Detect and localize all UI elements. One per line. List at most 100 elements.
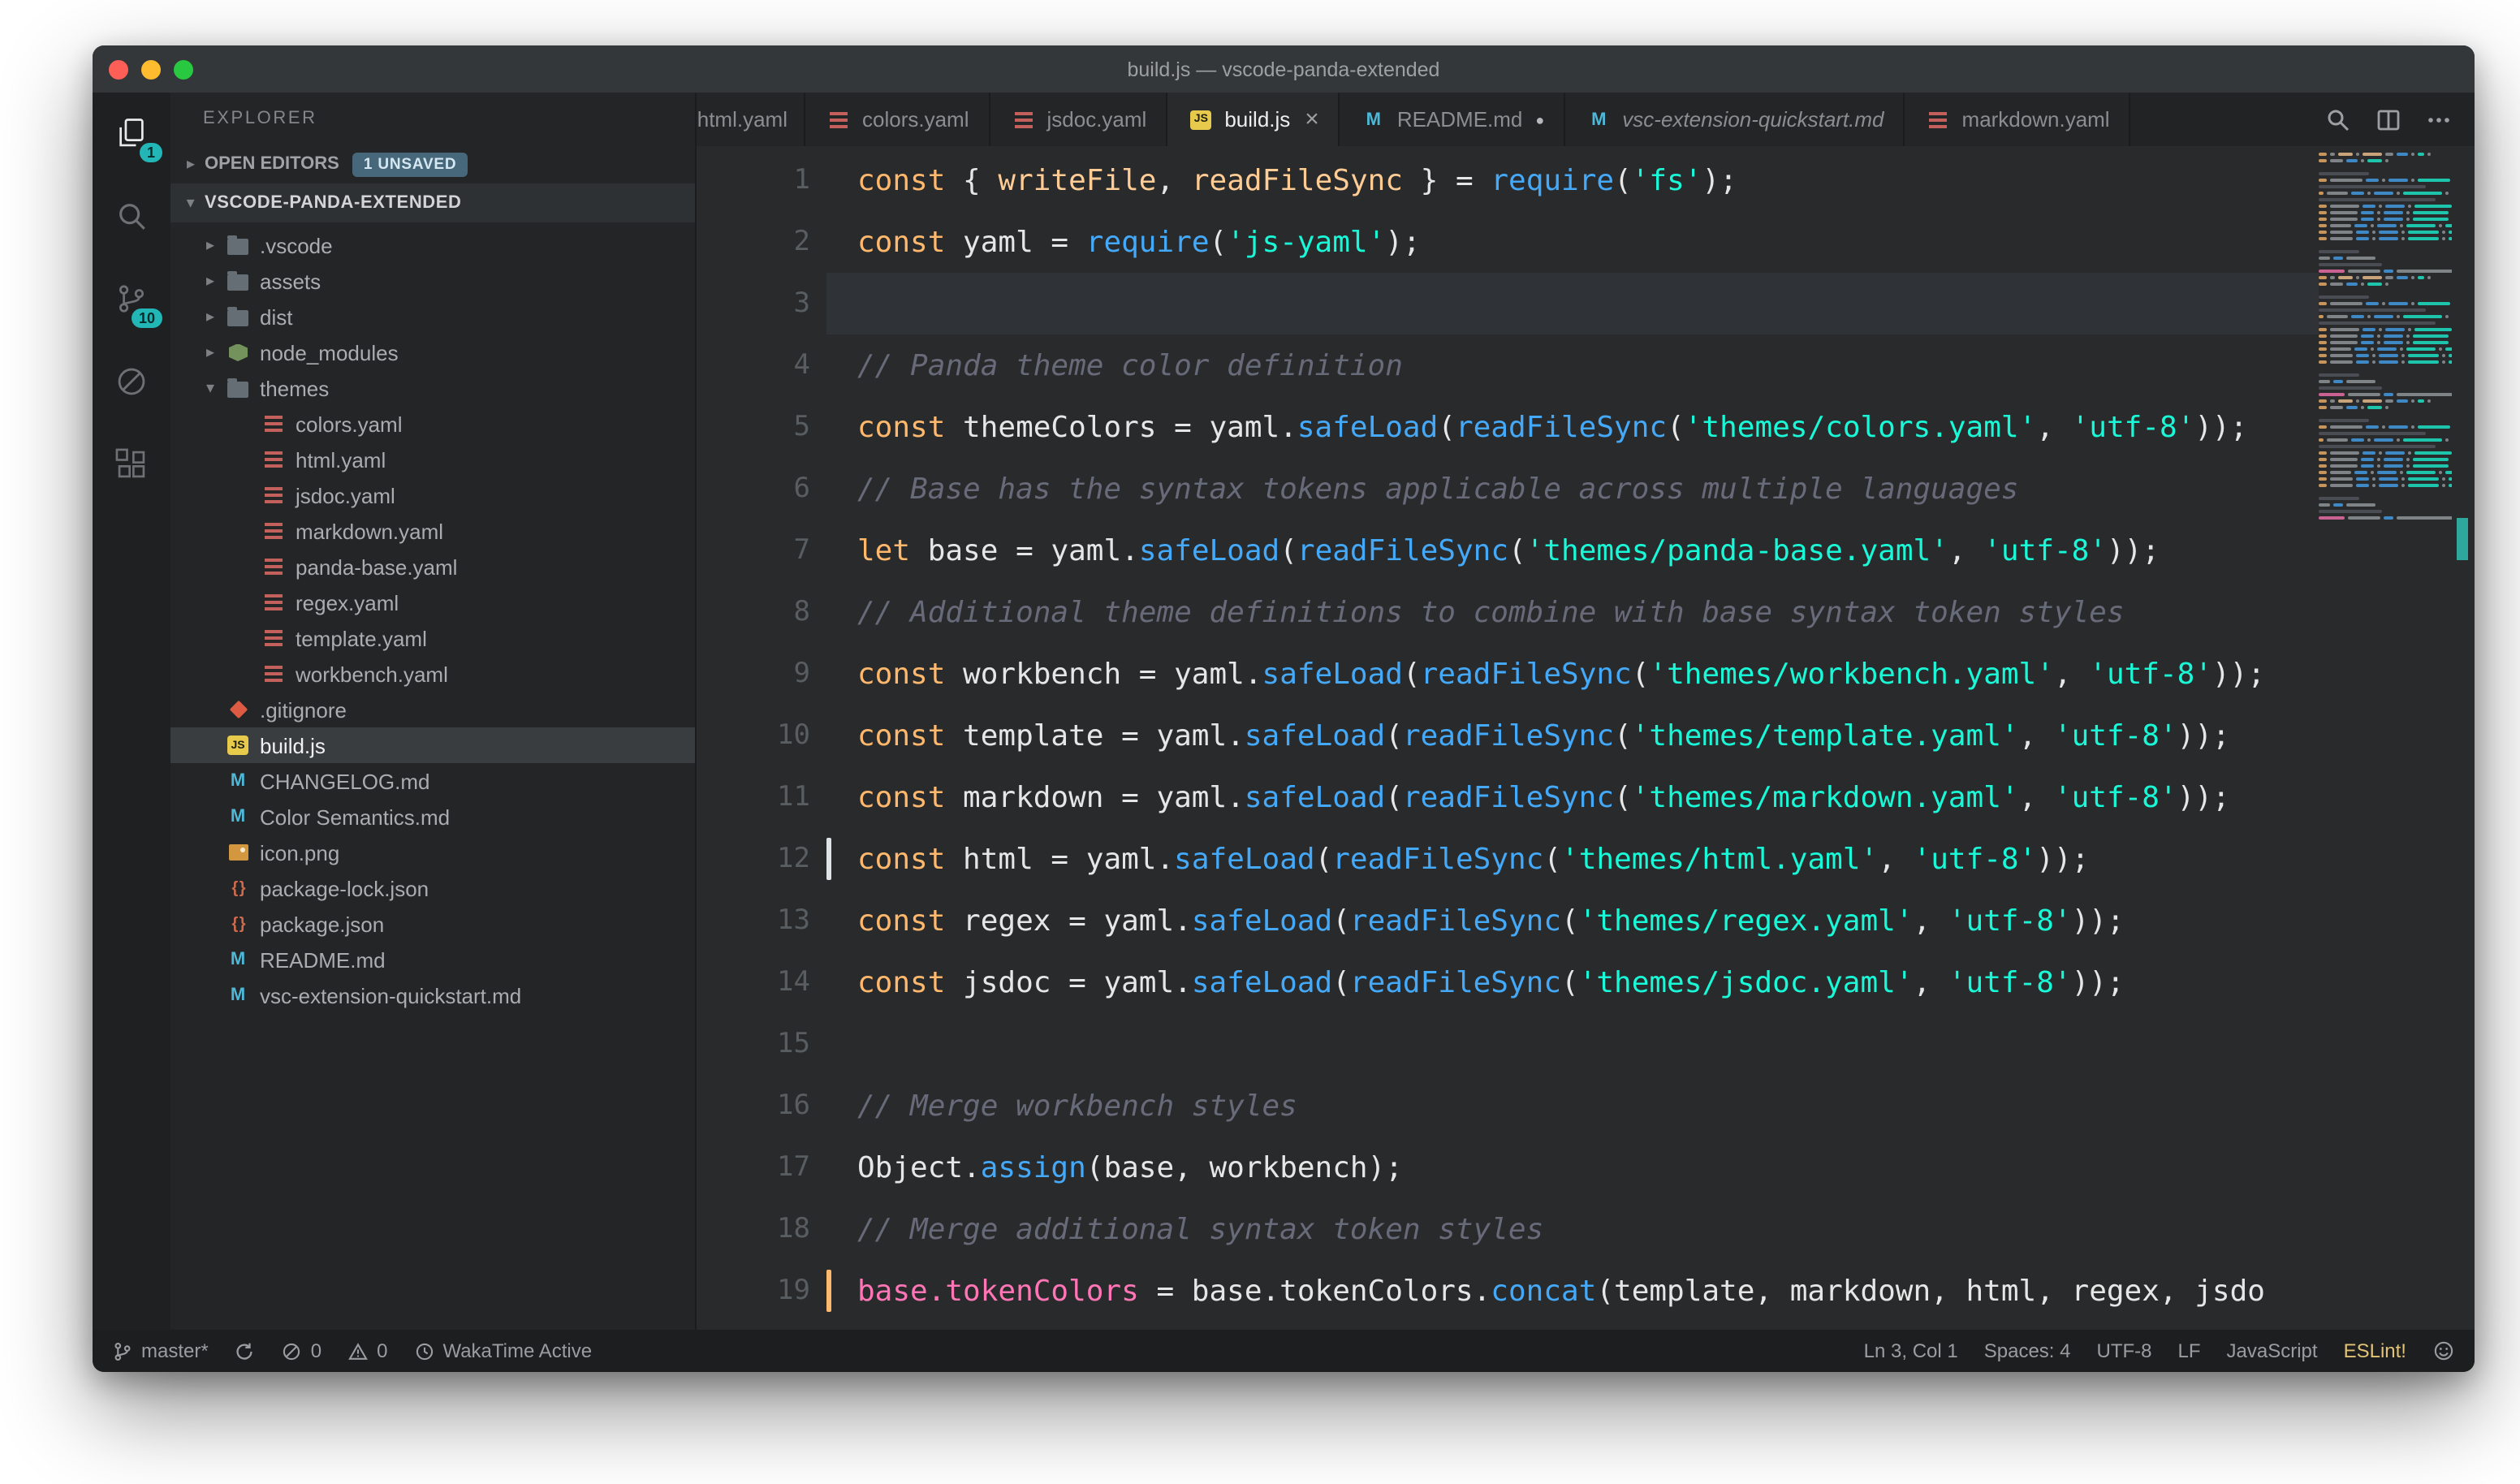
code-line-9[interactable]: 9 const workbench = yaml.safeLoad(readFil… bbox=[697, 643, 2319, 705]
tree-item-readme-md[interactable]: M README.md bbox=[170, 942, 695, 977]
code-line-12[interactable]: 12 const html = yaml.safeLoad(readFileSyn… bbox=[697, 828, 2319, 890]
tree-item-changelog-md[interactable]: M CHANGELOG.md bbox=[170, 763, 695, 799]
minimap-segment bbox=[2319, 445, 2436, 448]
tree-item-node-modules[interactable]: ▸ node_modules bbox=[170, 334, 695, 370]
tab-vsc-extension-quickstart-md[interactable]: Mvsc-extension-quickstart.md bbox=[1565, 93, 1905, 146]
status-branch[interactable]: master* bbox=[112, 1339, 209, 1362]
code-line-18[interactable]: 18 // Merge additional syntax token style… bbox=[697, 1198, 2319, 1260]
action-split-editor[interactable] bbox=[2375, 106, 2401, 132]
code-line-15[interactable]: 15 bbox=[697, 1013, 2319, 1075]
tab-colors-yaml[interactable]: colors.yaml bbox=[805, 93, 990, 146]
code-line-14[interactable]: 14 const jsdoc = yaml.safeLoad(readFileSy… bbox=[697, 951, 2319, 1013]
minimap-segment bbox=[2379, 205, 2382, 208]
minimap-segment bbox=[2427, 153, 2431, 156]
status-errors[interactable]: 0 bbox=[282, 1339, 321, 1362]
tab-build-js[interactable]: JS build.js × bbox=[1167, 93, 1340, 146]
tree-item-icon-png[interactable]: icon.png bbox=[170, 835, 695, 870]
status-text: Ln 3, Col 1 bbox=[1863, 1339, 1958, 1362]
activity-search[interactable] bbox=[112, 196, 151, 235]
minimap-segment bbox=[2319, 503, 2330, 507]
code-line-13[interactable]: 13 const regex = yaml.safeLoad(readFileSy… bbox=[697, 890, 2319, 951]
code-line-17[interactable]: 17 Object.assign(base, workbench); bbox=[697, 1137, 2319, 1198]
status-encoding[interactable]: UTF-8 bbox=[2097, 1339, 2152, 1362]
status-warnings[interactable]: 0 bbox=[347, 1339, 387, 1362]
code-line-1[interactable]: 1 const { writeFile, readFileSync } = req… bbox=[697, 149, 2319, 211]
tab-markdown-yaml[interactable]: markdown.yaml bbox=[1905, 93, 2131, 146]
tree-item-assets[interactable]: ▸ assets bbox=[170, 263, 695, 299]
minimap-segment bbox=[2397, 399, 2408, 403]
activity-debug[interactable] bbox=[112, 362, 151, 401]
status-eslint[interactable]: ESLint! bbox=[2344, 1339, 2406, 1362]
tree-item-color-semantics-md[interactable]: M Color Semantics.md bbox=[170, 799, 695, 835]
code-line-5[interactable]: 5 const themeColors = yaml.safeLoad(readF… bbox=[697, 396, 2319, 458]
activity-badge: 1 bbox=[139, 143, 162, 162]
code-editor[interactable]: 1 const { writeFile, readFileSync } = req… bbox=[697, 146, 2475, 1330]
tree-item-package-lock-json[interactable]: { } package-lock.json bbox=[170, 870, 695, 906]
status-wakatime[interactable]: WakaTime Active bbox=[413, 1339, 592, 1362]
minimap-segment bbox=[2319, 451, 2327, 455]
minimize-button[interactable] bbox=[141, 59, 161, 79]
minimap-segment bbox=[2401, 354, 2405, 357]
tree-item-regex-yaml[interactable]: regex.yaml bbox=[170, 585, 695, 620]
zoom-button[interactable] bbox=[174, 59, 193, 79]
minimap-segment bbox=[2319, 192, 2324, 195]
close-icon[interactable]: × bbox=[1305, 107, 1319, 132]
status-indentation[interactable]: Spaces: 4 bbox=[1984, 1339, 2071, 1362]
code-line-19[interactable]: 19 base.tokenColors = base.tokenColors.co… bbox=[697, 1260, 2319, 1322]
minimap-segment bbox=[2362, 153, 2382, 156]
tree-item-gitignore[interactable]: .gitignore bbox=[170, 692, 695, 727]
tree-item-build-js[interactable]: JS build.js bbox=[170, 727, 695, 763]
status-language[interactable]: JavaScript bbox=[2227, 1339, 2318, 1362]
tree-item-panda-base-yaml[interactable]: panda-base.yaml bbox=[170, 549, 695, 585]
activity-explorer[interactable]: 1 bbox=[112, 114, 162, 162]
action-open-preview[interactable] bbox=[2325, 106, 2351, 132]
status-feedback[interactable] bbox=[2432, 1339, 2455, 1362]
project-section-header[interactable]: ▾ VSCODE-PANDA-EXTENDED bbox=[170, 183, 695, 222]
action-more-actions[interactable] bbox=[2426, 106, 2452, 132]
tree-item-markdown-yaml[interactable]: markdown.yaml bbox=[170, 513, 695, 549]
tab-readme-md[interactable]: M README.md ● bbox=[1340, 93, 1566, 146]
minimap-segment bbox=[2377, 347, 2397, 351]
tree-item-workbench-yaml[interactable]: workbench.yaml bbox=[170, 656, 695, 692]
code-text: base.tokenColors = base.tokenColors.conc… bbox=[857, 1274, 2265, 1308]
tree-item-package-json[interactable]: { } package.json bbox=[170, 906, 695, 942]
title-bar[interactable]: build.js — vscode-panda-extended bbox=[93, 45, 2475, 93]
tree-item-vsc-extension-quickstart-md[interactable]: Mvsc-extension-quickstart.md bbox=[170, 977, 695, 1013]
code-line-3[interactable]: 3 bbox=[697, 273, 2319, 334]
status-eol[interactable]: LF bbox=[2178, 1339, 2201, 1362]
tree-item-colors-yaml[interactable]: colors.yaml bbox=[170, 406, 695, 442]
open-editors-header[interactable]: ▸ OPEN EDITORS 1 UNSAVED bbox=[170, 145, 695, 183]
minimap[interactable] bbox=[2319, 153, 2452, 523]
minimap-segment bbox=[2388, 425, 2408, 429]
minimap-segment bbox=[2319, 159, 2327, 162]
scrollbar[interactable] bbox=[2452, 146, 2475, 1330]
minimap-segment bbox=[2319, 354, 2327, 357]
code-line-4[interactable]: 4 // Panda theme color definition bbox=[697, 334, 2319, 396]
close-button[interactable] bbox=[109, 59, 128, 79]
code-line-11[interactable]: 11 const markdown = yaml.safeLoad(readFil… bbox=[697, 766, 2319, 828]
tree-item-label: build.js bbox=[260, 733, 326, 757]
tree-item-vscode[interactable]: ▸ .vscode bbox=[170, 227, 695, 263]
minimap-segment bbox=[2408, 477, 2439, 481]
code-line-16[interactable]: 16 // Merge workbench styles bbox=[697, 1075, 2319, 1137]
activity-source-control[interactable]: 10 bbox=[112, 279, 162, 328]
tree-item-dist[interactable]: ▸ dist bbox=[170, 299, 695, 334]
code-line-10[interactable]: 10 const template = yaml.safeLoad(readFil… bbox=[697, 705, 2319, 766]
code-line-6[interactable]: 6 // Base has the syntax tokens applicabl… bbox=[697, 458, 2319, 520]
explorer-sidebar: EXPLORER ▸ OPEN EDITORS 1 UNSAVED ▾ VSCO… bbox=[170, 93, 697, 1330]
minimap-segment bbox=[2385, 328, 2405, 331]
minimap-segment bbox=[2361, 406, 2364, 409]
activity-extensions[interactable] bbox=[112, 445, 151, 484]
tree-item-template-yaml[interactable]: template.yaml bbox=[170, 620, 695, 656]
tab-html-yaml[interactable]: html.yaml bbox=[697, 93, 805, 146]
tree-item-html-yaml[interactable]: html.yaml bbox=[170, 442, 695, 477]
tree-item-themes[interactable]: ▾ themes bbox=[170, 370, 695, 406]
tab-jsdoc-yaml[interactable]: jsdoc.yaml bbox=[990, 93, 1168, 146]
tree-item-jsdoc-yaml[interactable]: jsdoc.yaml bbox=[170, 477, 695, 513]
status-cursor-position[interactable]: Ln 3, Col 1 bbox=[1864, 1339, 1958, 1362]
minimap-segment bbox=[2330, 334, 2358, 338]
code-line-7[interactable]: 7 let base = yaml.safeLoad(readFileSync('… bbox=[697, 520, 2319, 581]
status-sync[interactable] bbox=[235, 1340, 256, 1361]
code-line-8[interactable]: 8 // Additional theme definitions to comb… bbox=[697, 581, 2319, 643]
code-line-2[interactable]: 2 const yaml = require('js-yaml'); bbox=[697, 211, 2319, 273]
